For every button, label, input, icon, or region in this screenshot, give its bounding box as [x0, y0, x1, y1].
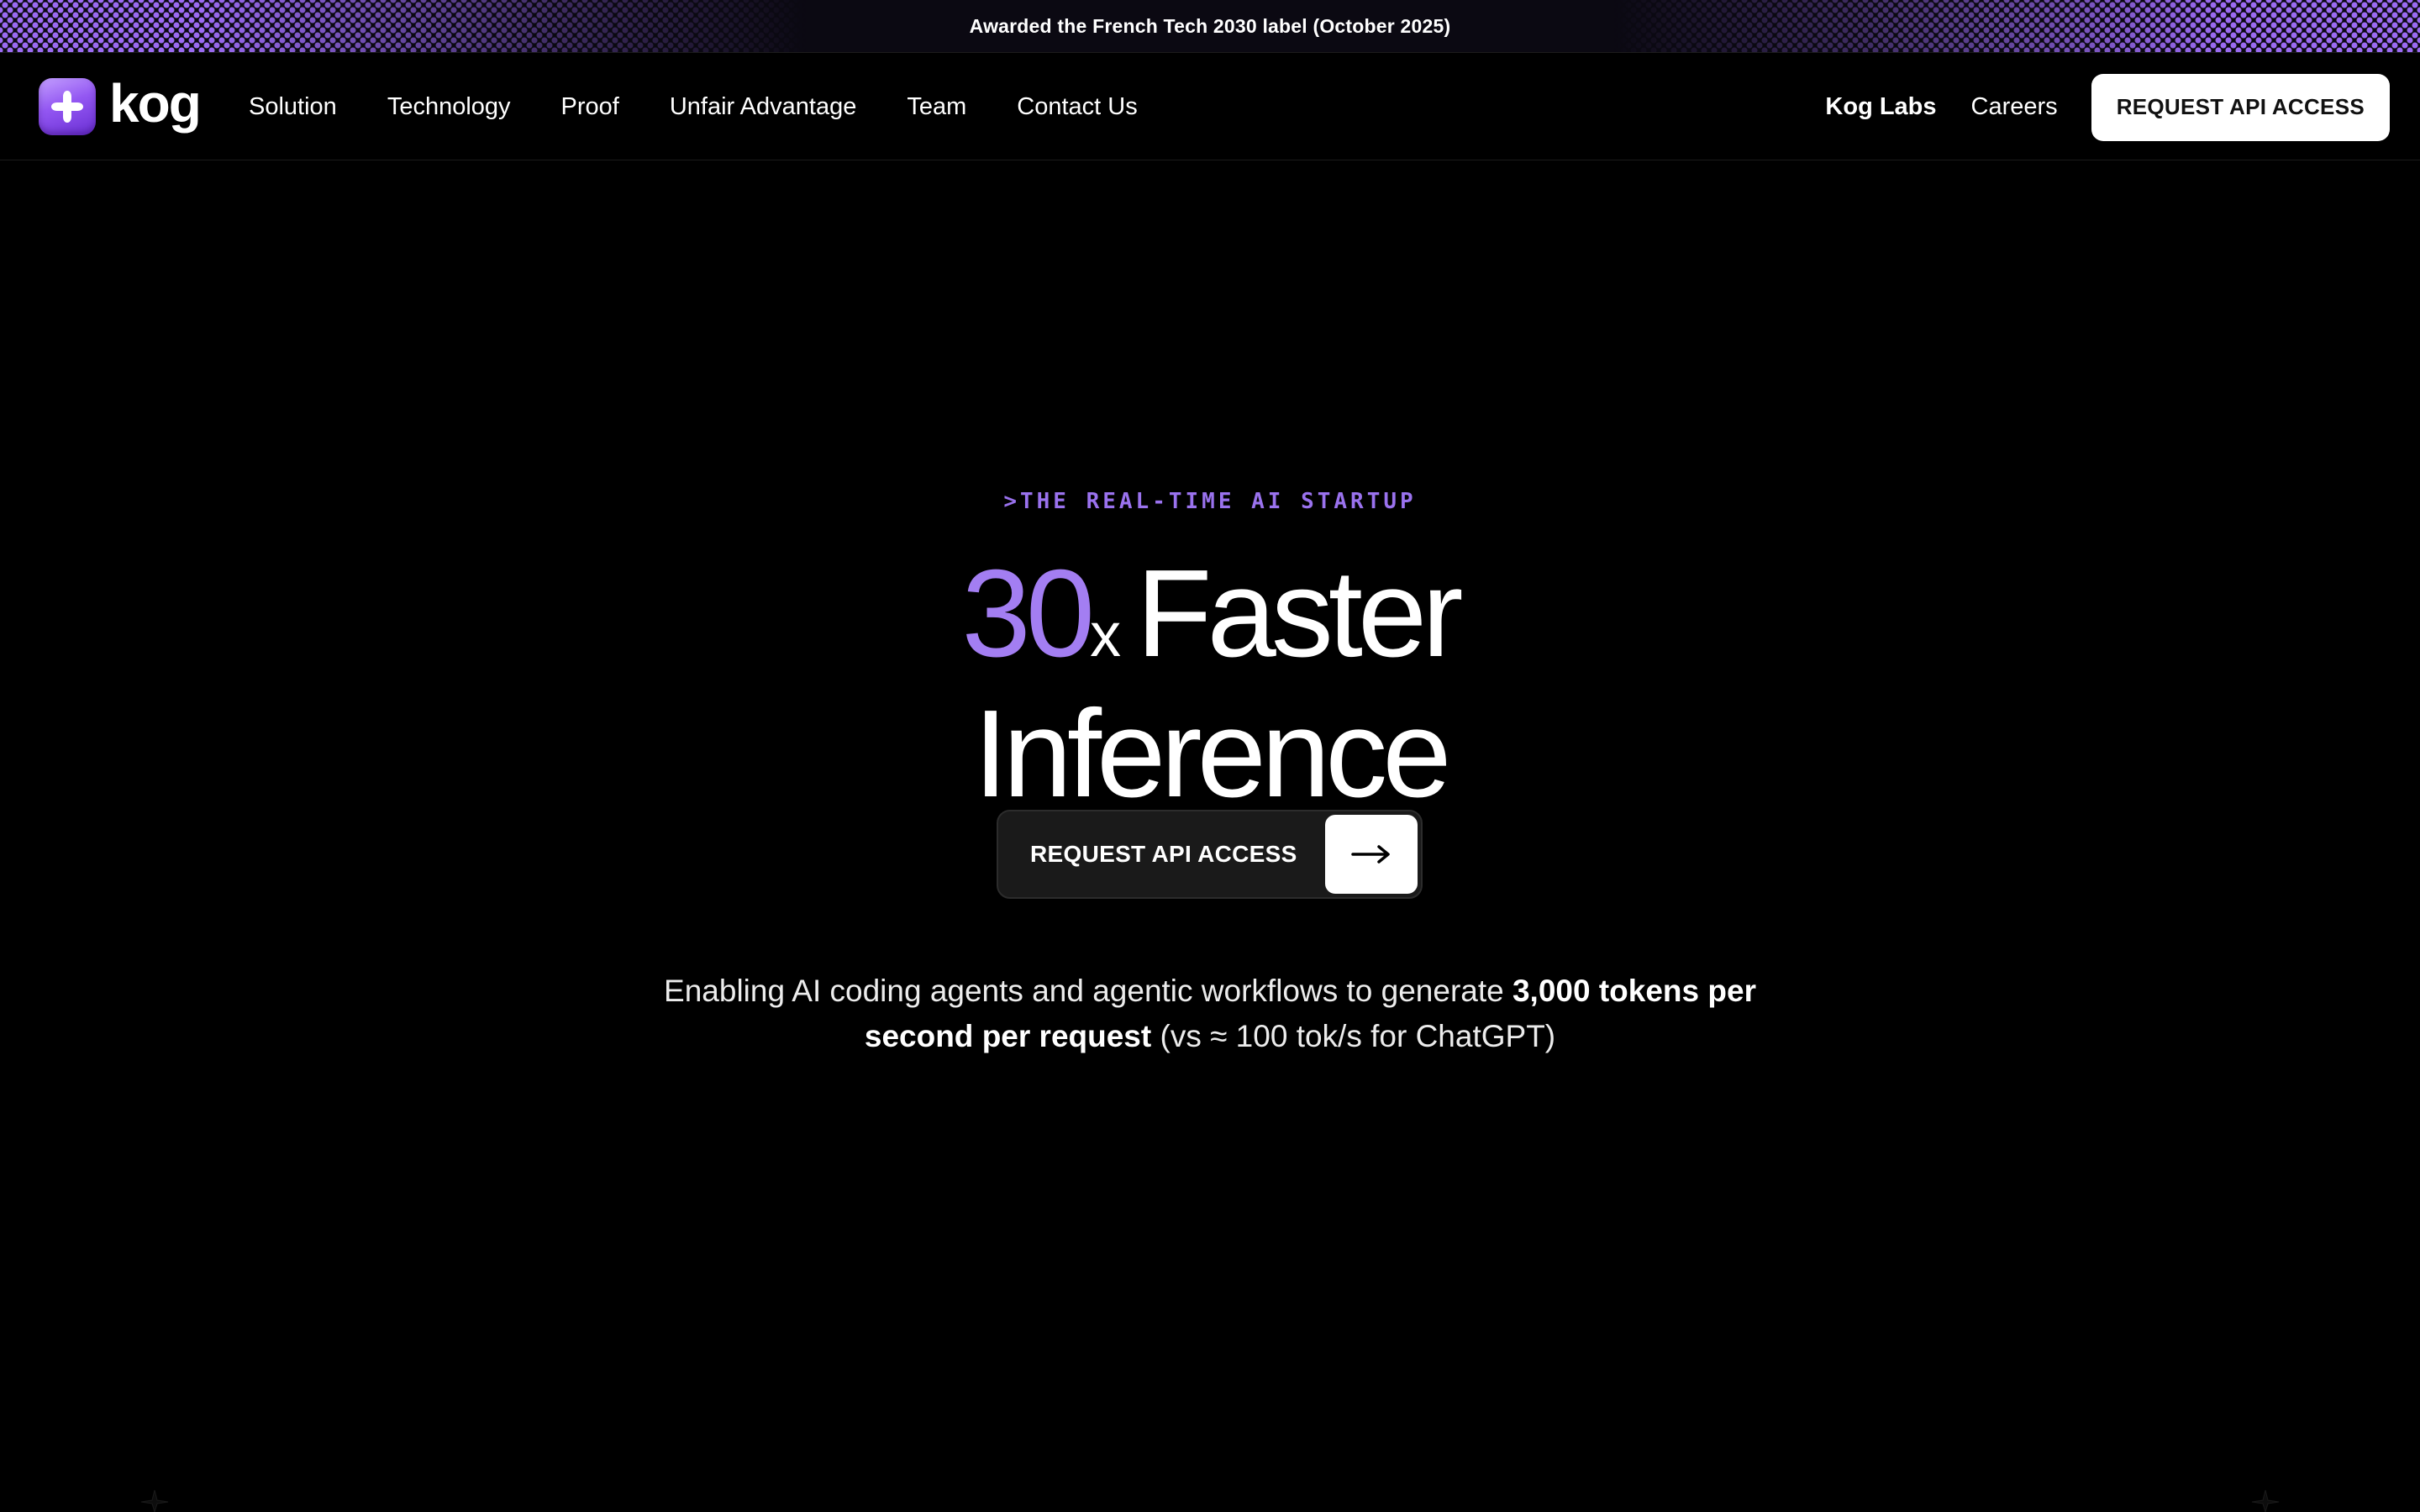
- careers-link[interactable]: Careers: [1971, 93, 2058, 121]
- headline-multiplier: x: [1090, 600, 1122, 669]
- hero-subtext-part1: Enabling AI coding agents and agentic wo…: [664, 974, 1512, 1008]
- request-api-access-button[interactable]: REQUEST API ACCESS: [2091, 73, 2390, 141]
- hero-cta-button[interactable]: REQUEST API ACCESS: [997, 810, 1423, 899]
- nav-item-solution[interactable]: Solution: [249, 93, 337, 121]
- site-header: kog Solution Technology Proof Unfair Adv…: [0, 54, 2420, 160]
- main-nav: Solution Technology Proof Unfair Advanta…: [249, 54, 1188, 160]
- kog-labs-link[interactable]: Kog Labs: [1825, 93, 1936, 121]
- nav-item-proof[interactable]: Proof: [561, 93, 619, 121]
- hero-subtext-part2: (vs ≈ 100 tok/s for ChatGPT): [1151, 1019, 1556, 1053]
- logo-wordmark: kog: [109, 73, 202, 134]
- hero-eyebrow: >THE REAL-TIME AI STARTUP: [1003, 489, 1417, 514]
- decorative-star-icon: [140, 1489, 169, 1512]
- header-actions: Kog Labs Careers REQUEST API ACCESS: [1825, 54, 2390, 160]
- nav-item-contact-us[interactable]: Contact Us: [1017, 93, 1137, 121]
- headline-inference: Inference: [973, 685, 1451, 823]
- headline-number: 30: [961, 544, 1095, 683]
- banner-text: Awarded the French Tech 2030 label (Octo…: [969, 15, 1451, 37]
- announcement-banner: Awarded the French Tech 2030 label (Octo…: [0, 0, 2420, 53]
- hero-cta-label: REQUEST API ACCESS: [1030, 841, 1297, 867]
- logo-link[interactable]: kog: [39, 73, 202, 136]
- headline-faster: Faster: [1136, 544, 1463, 683]
- nav-item-technology[interactable]: Technology: [387, 93, 511, 121]
- decorative-star-icon: [2251, 1489, 2280, 1512]
- hero-headline: 30x Faster Inference: [0, 552, 2420, 823]
- arrow-right-icon[interactable]: [1325, 815, 1418, 894]
- sparkle-cross-icon: [39, 78, 96, 135]
- nav-item-team[interactable]: Team: [907, 93, 966, 121]
- hero-subtext: Enabling AI coding agents and agentic wo…: [655, 969, 1765, 1059]
- nav-item-unfair-advantage[interactable]: Unfair Advantage: [670, 93, 856, 121]
